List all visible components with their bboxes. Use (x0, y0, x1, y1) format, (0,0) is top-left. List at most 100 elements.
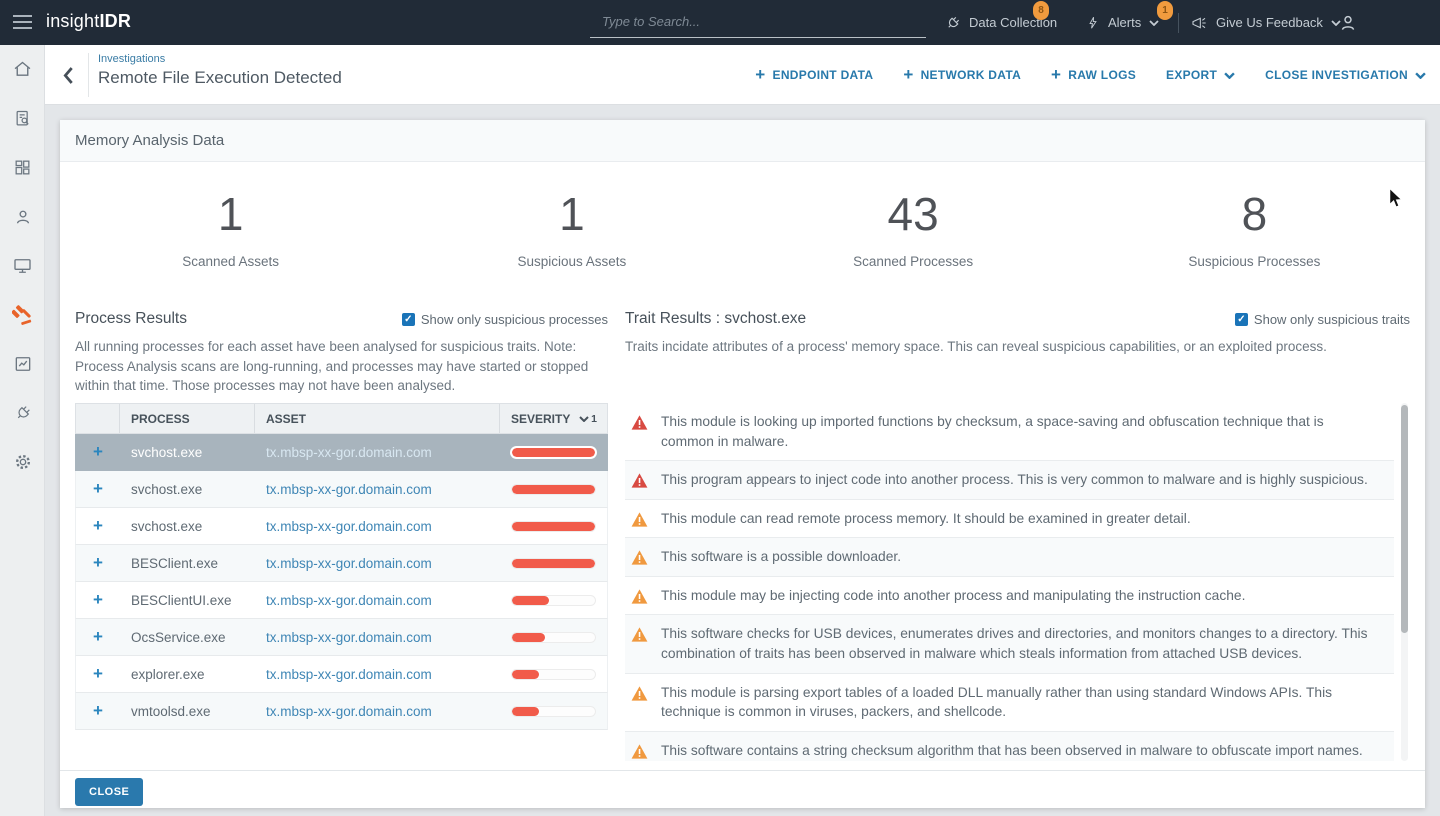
table-row[interactable]: + BESClient.exe tx.mbsp-xx-gor.domain.co… (75, 545, 608, 582)
sidebar-item-reports[interactable] (0, 339, 45, 388)
page-title: Remote File Execution Detected (98, 68, 342, 88)
stat-suspicious-processes: 8 Suspicious Processes (1084, 188, 1425, 269)
trait-text: This module can read remote process memo… (661, 509, 1191, 529)
asset-link[interactable]: tx.mbsp-xx-gor.domain.com (255, 667, 500, 682)
trait-item: This module can read remote process memo… (625, 500, 1394, 539)
warning-triangle-icon (631, 473, 648, 488)
table-header-row: PROCESS ASSET SEVERITY 1 (75, 403, 608, 434)
severity-bar (511, 595, 596, 606)
stat-suspicious-assets: 1 Suspicious Assets (401, 188, 742, 269)
header-divider (88, 53, 89, 97)
chevron-down-icon (1415, 72, 1426, 79)
sidebar-item-data-collection[interactable] (0, 388, 45, 437)
suspicious-traits-filter[interactable]: ✓ Show only suspicious traits (1235, 312, 1410, 327)
expand-plus-icon[interactable]: + (93, 590, 103, 609)
process-name: BESClient.exe (120, 556, 255, 571)
back-button[interactable] (55, 62, 81, 88)
sidebar-item-investigations[interactable] (0, 290, 45, 339)
header-actions: + ENDPOINT DATA + NETWORK DATA + RAW LOG… (755, 45, 1426, 105)
sidebar-item-users[interactable] (0, 192, 45, 241)
expand-plus-icon[interactable]: + (93, 553, 103, 572)
expand-plus-icon[interactable]: + (93, 627, 103, 646)
suspicious-processes-filter[interactable]: ✓ Show only suspicious processes (402, 312, 608, 327)
user-account-button[interactable] (1338, 13, 1358, 33)
asset-link[interactable]: tx.mbsp-xx-gor.domain.com (255, 593, 500, 608)
table-row[interactable]: + vmtoolsd.exe tx.mbsp-xx-gor.domain.com (75, 693, 608, 730)
trait-text: This module is parsing export tables of … (661, 683, 1378, 722)
expand-plus-icon[interactable]: + (93, 701, 103, 720)
sort-indicator[interactable]: 1 (579, 413, 597, 425)
trait-results-section: Trait Results : svchost.exe ✓ Show only … (625, 308, 1410, 357)
stats-row: 1 Scanned Assets 1 Suspicious Assets 43 … (60, 188, 1425, 269)
expand-plus-icon[interactable]: + (93, 479, 103, 498)
left-sidebar (0, 45, 45, 816)
table-row[interactable]: + svchost.exe tx.mbsp-xx-gor.domain.com (75, 508, 608, 545)
endpoint-data-button[interactable]: + ENDPOINT DATA (755, 68, 873, 83)
stat-scanned-processes: 43 Scanned Processes (743, 188, 1084, 269)
checkbox-checked-icon[interactable]: ✓ (402, 313, 415, 326)
trait-item: This software is a possible downloader. (625, 538, 1394, 577)
asset-link[interactable]: tx.mbsp-xx-gor.domain.com (255, 482, 500, 497)
table-row[interactable]: + BESClientUI.exe tx.mbsp-xx-gor.domain.… (75, 582, 608, 619)
asset-link[interactable]: tx.mbsp-xx-gor.domain.com (255, 556, 500, 571)
trait-list-scrollbar[interactable] (1401, 403, 1408, 761)
close-investigation-button[interactable]: CLOSE INVESTIGATION (1265, 68, 1426, 82)
breadcrumb[interactable]: Investigations (98, 53, 165, 65)
user-icon (13, 207, 33, 227)
trait-item: This module is parsing export tables of … (625, 674, 1394, 732)
data-collection-badge: 8 (1033, 1, 1049, 20)
modal-title: Memory Analysis Data (60, 120, 1425, 162)
checkbox-checked-icon[interactable]: ✓ (1235, 313, 1248, 326)
process-column-header[interactable]: PROCESS (120, 404, 255, 433)
app-logo[interactable]: insightIDR (46, 11, 131, 32)
sidebar-item-home[interactable] (0, 45, 45, 94)
table-row[interactable]: + svchost.exe tx.mbsp-xx-gor.domain.com (75, 434, 608, 471)
severity-column-header[interactable]: SEVERITY 1 (500, 404, 607, 433)
process-results-section: Process Results ✓ Show only suspicious p… (75, 308, 608, 396)
asset-link[interactable]: tx.mbsp-xx-gor.domain.com (255, 704, 500, 719)
trait-text: This program appears to inject code into… (661, 470, 1368, 490)
lightning-icon (1086, 15, 1100, 31)
feedback-menu[interactable]: Give Us Feedback (1190, 15, 1341, 31)
hamburger-menu-icon[interactable] (13, 15, 32, 33)
asset-column-header[interactable]: ASSET (255, 404, 500, 433)
search-input[interactable] (590, 6, 926, 37)
sidebar-item-endpoints[interactable] (0, 241, 45, 290)
process-name: OcsService.exe (120, 630, 255, 645)
sidebar-item-dashboard[interactable] (0, 143, 45, 192)
global-search (590, 6, 926, 38)
table-row[interactable]: + svchost.exe tx.mbsp-xx-gor.domain.com (75, 471, 608, 508)
export-button[interactable]: EXPORT (1166, 68, 1235, 82)
chevron-down-icon (1149, 20, 1159, 26)
warning-triangle-icon (631, 512, 648, 527)
plus-icon: + (755, 66, 765, 83)
asset-link[interactable]: tx.mbsp-xx-gor.domain.com (255, 519, 500, 534)
scrollbar-thumb[interactable] (1401, 405, 1408, 633)
table-row[interactable]: + OcsService.exe tx.mbsp-xx-gor.domain.c… (75, 619, 608, 656)
severity-bar (511, 632, 596, 643)
expand-plus-icon[interactable]: + (93, 664, 103, 683)
sidebar-item-log-search[interactable] (0, 94, 45, 143)
plus-icon: + (1051, 66, 1061, 83)
severity-bar (511, 706, 596, 717)
asset-link[interactable]: tx.mbsp-xx-gor.domain.com (255, 630, 500, 645)
filter-label: Show only suspicious processes (421, 312, 608, 327)
close-button[interactable]: CLOSE (75, 778, 143, 806)
sidebar-item-settings[interactable] (0, 437, 45, 486)
megaphone-icon (1190, 15, 1208, 31)
filter-label: Show only suspicious traits (1254, 312, 1410, 327)
memory-analysis-modal: Memory Analysis Data 1 Scanned Assets 1 … (60, 120, 1425, 808)
trait-item: This software checks for USB devices, en… (625, 615, 1394, 673)
expand-plus-icon[interactable]: + (93, 442, 103, 461)
alerts-menu[interactable]: Alerts (1086, 15, 1159, 31)
trait-text: This module is looking up imported funct… (661, 412, 1378, 451)
asset-link[interactable]: tx.mbsp-xx-gor.domain.com (255, 445, 500, 460)
table-row[interactable]: + explorer.exe tx.mbsp-xx-gor.domain.com (75, 656, 608, 693)
network-data-button[interactable]: + NETWORK DATA (903, 68, 1021, 83)
top-navigation-bar: insightIDR Data Collection 8 Alerts 1 Gi… (0, 0, 1440, 45)
trait-item: This module is looking up imported funct… (625, 403, 1394, 461)
trait-results-title: Trait Results : svchost.exe (625, 310, 806, 328)
raw-logs-button[interactable]: + RAW LOGS (1051, 68, 1136, 83)
expand-plus-icon[interactable]: + (93, 516, 103, 535)
process-table-body: + svchost.exe tx.mbsp-xx-gor.domain.com … (75, 434, 608, 730)
